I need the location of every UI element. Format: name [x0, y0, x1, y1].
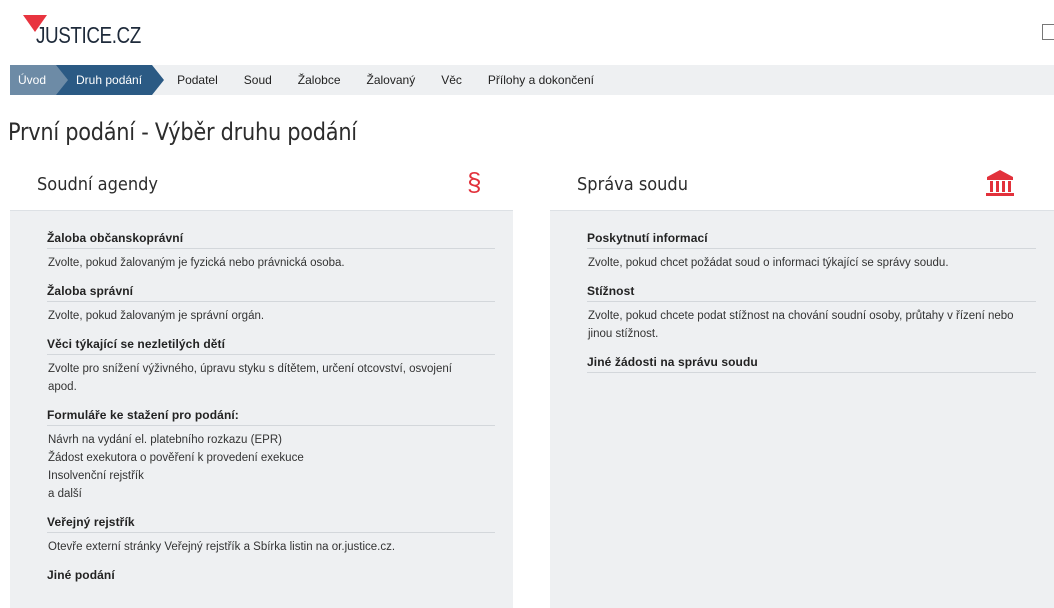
description-line: Zvolte, pokud chcet požádat soud o infor…	[588, 257, 949, 269]
step-label: Žalobce	[297, 73, 341, 87]
step-prilohy[interactable]: Přílohy a dokončení	[475, 65, 607, 95]
panel-soudni-agendy: Soudní agendy § Žaloba občanskoprávní Zv…	[10, 157, 513, 608]
option-veci-nezletilych-deti[interactable]: Věci týkající se nezletilých dětí Zvolte…	[47, 337, 495, 396]
section-icon: §	[467, 167, 482, 197]
description-line: a další	[48, 488, 82, 500]
option-zaloba-obcanskopravni[interactable]: Žaloba občanskoprávní Zvolte, pokud žalo…	[47, 231, 495, 272]
logo-text: JUSTICE.CZ	[36, 22, 141, 48]
description-line: Zvolte, pokud žalovaným je správní orgán…	[48, 310, 265, 322]
option-description: Zvolte pro snížení výživného, úpravu sty…	[47, 355, 495, 396]
description-line: apod.	[48, 381, 77, 393]
option-zaloba-spravni[interactable]: Žaloba správní Zvolte, pokud žalovaným j…	[47, 284, 495, 325]
option-description: Zvolte, pokud chcete podat stížnost na c…	[587, 302, 1036, 343]
option-title: Jiné podání	[47, 568, 115, 582]
option-description: Návrh na vydání el. platebního rozkazu (…	[47, 426, 495, 503]
option-description: Zvolte, pokud žalovaným je fyzická nebo …	[47, 249, 495, 272]
option-title: Žaloba správní	[47, 284, 495, 302]
step-label: Druh podání	[76, 73, 143, 87]
option-title: Stížnost	[587, 284, 1036, 302]
option-title: Jiné žádosti na správu soudu	[587, 355, 1036, 373]
step-label: Přílohy a dokončení	[487, 73, 594, 87]
page-title: První podání - Výběr druhu podání	[8, 118, 357, 146]
option-title: Poskytnutí informací	[587, 231, 1036, 249]
step-label: Věc	[441, 73, 462, 87]
header: JUSTICE.CZ	[0, 0, 1054, 57]
option-poskytnuti-informaci[interactable]: Poskytnutí informací Zvolte, pokud chcet…	[587, 231, 1036, 272]
panel-header: Správa soudu	[550, 157, 1054, 211]
description-line: jinou stížnost.	[588, 328, 659, 340]
panel-body: Žaloba občanskoprávní Zvolte, pokud žalo…	[10, 211, 513, 585]
panel-title: Soudní agendy	[37, 174, 158, 195]
description-line: Otevře externí stránky Veřejný rejstřík …	[48, 541, 396, 553]
option-jine-podani[interactable]: Jiné podání	[47, 568, 495, 585]
option-jine-zadosti[interactable]: Jiné žádosti na správu soudu	[587, 355, 1036, 373]
step-vec[interactable]: Věc	[428, 65, 475, 95]
description-line: Insolvenční rejstřík	[48, 470, 144, 482]
option-description: Otevře externí stránky Veřejný rejstřík …	[47, 533, 495, 556]
step-label: Soud	[243, 73, 272, 87]
step-zalobce[interactable]: Žalobce	[285, 65, 354, 95]
courthouse-icon	[984, 170, 1016, 198]
description-line: Návrh na vydání el. platebního rozkazu (…	[48, 434, 282, 446]
option-verejny-rejstrik[interactable]: Veřejný rejstřík Otevře externí stránky …	[47, 515, 495, 556]
option-formulare-ke-stazeni[interactable]: Formuláře ke stažení pro podání: Návrh n…	[47, 408, 495, 503]
description-line: Žádost exekutora o pověření k provedení …	[48, 452, 304, 464]
step-soud[interactable]: Soud	[231, 65, 285, 95]
description-line: Zvolte pro snížení výživného, úpravu sty…	[48, 363, 452, 375]
option-title: Veřejný rejstřík	[47, 515, 495, 533]
option-description: Zvolte, pokud žalovaným je správní orgán…	[47, 302, 495, 325]
wizard-breadcrumb: Úvod Druh podání Podatel Soud Žalobce Ža…	[10, 65, 1054, 95]
panel-header: Soudní agendy §	[10, 157, 513, 211]
step-zalovany[interactable]: Žalovaný	[354, 65, 429, 95]
option-description: Zvolte, pokud chcet požádat soud o infor…	[587, 249, 1036, 272]
step-uvod[interactable]: Úvod	[10, 65, 69, 95]
justice-logo[interactable]: JUSTICE.CZ	[23, 15, 154, 48]
step-label: Podatel	[177, 73, 218, 87]
description-line: Zvolte, pokud žalovaným je fyzická nebo …	[48, 257, 345, 269]
option-title: Žaloba občanskoprávní	[47, 231, 495, 249]
step-podatel[interactable]: Podatel	[164, 65, 231, 95]
panel-body: Poskytnutí informací Zvolte, pokud chcet…	[550, 211, 1054, 373]
panel-sprava-soudu: Správa soudu Poskytnutí informací Zvolte…	[550, 157, 1054, 608]
option-title: Formuláře ke stažení pro podání:	[47, 408, 495, 426]
step-label: Úvod	[18, 73, 47, 87]
option-title: Věci týkající se nezletilých dětí	[47, 337, 495, 355]
step-druh-podani[interactable]: Druh podání	[56, 65, 165, 95]
option-stiznost[interactable]: Stížnost Zvolte, pokud chcete podat stíž…	[587, 284, 1036, 343]
print-icon[interactable]	[1042, 24, 1054, 40]
panel-title: Správa soudu	[577, 174, 688, 195]
description-line: Zvolte, pokud chcete podat stížnost na c…	[588, 310, 1014, 322]
step-label: Žalovaný	[366, 73, 416, 87]
